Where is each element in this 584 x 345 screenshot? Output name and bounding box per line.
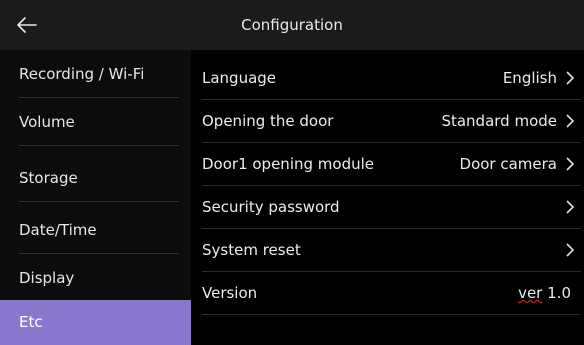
chevron-right-icon: [566, 71, 575, 85]
version-value: ver 1.0: [518, 272, 571, 314]
security-password-row[interactable]: Security password: [202, 186, 581, 229]
chevron-right-icon: [566, 200, 575, 214]
top-bar: Configuration: [0, 0, 584, 50]
version-prefix: ver: [518, 284, 543, 302]
version-row: Version ver 1.0: [202, 272, 581, 315]
language-label: Language: [202, 69, 277, 87]
opening-door-row[interactable]: Opening the door Standard mode: [202, 100, 581, 143]
security-password-label: Security password: [202, 198, 340, 216]
opening-door-label: Opening the door: [202, 112, 334, 130]
opening-door-value: Standard mode: [441, 112, 557, 130]
version-label: Version: [202, 284, 258, 302]
sidebar-item-label: Display: [19, 269, 75, 287]
door1-module-label: Door1 opening module: [202, 155, 374, 173]
sidebar-item-label: Volume: [19, 113, 75, 131]
sidebar-item-label: Storage: [19, 169, 78, 187]
language-value: English: [502, 69, 557, 87]
sidebar-item-display[interactable]: Display: [0, 254, 191, 302]
sidebar-item-storage[interactable]: Storage: [0, 154, 191, 202]
sidebar-item-date-time[interactable]: Date/Time: [0, 206, 191, 254]
divider: [19, 145, 179, 146]
sidebar-item-label: Recording / Wi-Fi: [19, 65, 145, 83]
page-title: Configuration: [241, 16, 343, 34]
sidebar: Recording / Wi-Fi Volume Storage Date/Ti…: [0, 50, 191, 345]
chevron-right-icon: [566, 114, 575, 128]
divider: [19, 201, 179, 202]
sidebar-item-label: Date/Time: [19, 221, 97, 239]
door1-module-row[interactable]: Door1 opening module Door camera: [202, 143, 581, 186]
version-number: 1.0: [547, 284, 571, 302]
language-row[interactable]: Language English: [202, 57, 581, 100]
chevron-right-icon: [566, 157, 575, 171]
system-reset-label: System reset: [202, 241, 301, 259]
sidebar-item-recording-wifi[interactable]: Recording / Wi-Fi: [0, 50, 191, 98]
system-reset-row[interactable]: System reset: [202, 229, 581, 272]
sidebar-item-label: Etc: [19, 313, 43, 331]
sidebar-item-etc[interactable]: Etc: [0, 300, 191, 345]
door1-module-value: Door camera: [459, 155, 557, 173]
sidebar-item-volume[interactable]: Volume: [0, 98, 191, 146]
chevron-right-icon: [566, 243, 575, 257]
settings-panel: Language English Opening the door Standa…: [191, 50, 584, 345]
